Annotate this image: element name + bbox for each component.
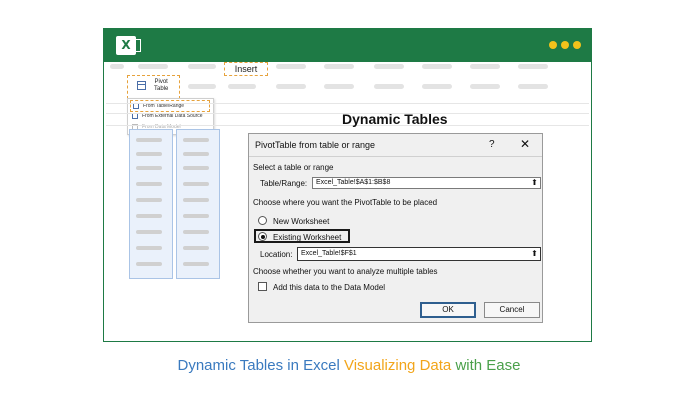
collapse-dialog-icon[interactable]: ⬆	[530, 250, 539, 258]
ribbon-command-placeholder[interactable]	[324, 84, 354, 89]
location-input[interactable]: Excel_Table!$F$1 ⬆	[297, 247, 541, 261]
grid-line	[106, 103, 589, 104]
ribbon-tab-placeholder[interactable]	[422, 64, 452, 69]
cell-placeholder[interactable]	[136, 138, 162, 142]
cell-placeholder[interactable]	[136, 246, 162, 250]
collapse-dialog-icon[interactable]: ⬆	[530, 179, 539, 187]
cell-placeholder[interactable]	[183, 152, 209, 156]
ribbon-command-placeholder[interactable]	[518, 84, 548, 89]
cell-placeholder[interactable]	[136, 152, 162, 156]
cell-placeholder[interactable]	[183, 230, 209, 234]
data-model-label[interactable]: Add this data to the Data Model	[273, 283, 385, 292]
ribbon-tab-placeholder[interactable]	[276, 64, 306, 69]
location-label: Location:	[260, 250, 293, 259]
title-bar: X	[104, 29, 591, 62]
selected-column-b[interactable]	[176, 129, 220, 279]
cell-placeholder[interactable]	[183, 214, 209, 218]
cell-placeholder[interactable]	[136, 214, 162, 218]
window-menu-dots[interactable]	[549, 41, 581, 49]
ribbon-tab-placeholder[interactable]	[374, 64, 404, 69]
ribbon-command-placeholder[interactable]	[188, 84, 216, 89]
dialog-title: PivotTable from table or range	[255, 140, 376, 150]
cell-placeholder[interactable]	[136, 182, 162, 186]
ribbon-command-placeholder[interactable]	[276, 84, 306, 89]
new-worksheet-label[interactable]: New Worksheet	[273, 217, 329, 226]
ribbon-command-placeholder[interactable]	[374, 84, 404, 89]
ok-button[interactable]: OK	[420, 302, 476, 318]
cell-placeholder[interactable]	[183, 138, 209, 142]
pivot-table-dialog: PivotTable from table or range ? ✕ Selec…	[248, 133, 543, 323]
data-model-checkbox[interactable]	[258, 282, 267, 291]
pivot-table-label: Pivot Table	[154, 79, 169, 92]
selected-column-a[interactable]	[129, 129, 173, 279]
ribbon-command-placeholder[interactable]	[422, 84, 452, 89]
table-range-label: Table/Range:	[260, 179, 308, 188]
dot-icon	[549, 41, 557, 49]
ribbon-tab-placeholder[interactable]	[518, 64, 548, 69]
close-icon[interactable]: ✕	[520, 137, 530, 151]
caption-part-2: Visualizing Data	[343, 357, 452, 374]
table-range-input[interactable]: Excel_Table!$A$1:$B$8 ⬆	[312, 177, 541, 189]
page-heading: Dynamic Tables	[342, 111, 448, 127]
ribbon-tab-placeholder[interactable]	[188, 64, 216, 69]
ribbon-tab-placeholder[interactable]	[324, 64, 354, 69]
cell-placeholder[interactable]	[136, 230, 162, 234]
pivot-table-button[interactable]: Pivot Table	[127, 75, 180, 99]
multiple-tables-label: Choose whether you want to analyze multi…	[253, 267, 438, 276]
ribbon-tab-placeholder[interactable]	[110, 64, 124, 69]
page-caption: Dynamic Tables in Excel Visualizing Data…	[0, 357, 698, 374]
existing-worksheet-radio[interactable]	[258, 232, 267, 241]
new-worksheet-radio[interactable]	[258, 216, 267, 225]
pivot-table-icon	[137, 81, 146, 90]
excel-logo-icon: X	[116, 36, 141, 55]
caption-part-3: with Ease	[455, 357, 521, 374]
ribbon-command-placeholder[interactable]	[470, 84, 500, 89]
cancel-button[interactable]: Cancel	[484, 302, 540, 318]
existing-worksheet-label[interactable]: Existing Worksheet	[273, 233, 341, 242]
cell-placeholder[interactable]	[136, 198, 162, 202]
ribbon-tab-placeholder[interactable]	[138, 64, 168, 69]
cell-placeholder[interactable]	[136, 166, 162, 170]
cell-placeholder[interactable]	[183, 262, 209, 266]
dot-icon	[573, 41, 581, 49]
placement-label: Choose where you want the PivotTable to …	[253, 198, 438, 207]
excel-window: X Insert Pivot Table From Table/Range Fr…	[103, 28, 592, 342]
ribbon-command-placeholder[interactable]	[228, 84, 256, 89]
ribbon-tabs	[104, 64, 591, 74]
select-range-label: Select a table or range	[253, 163, 334, 172]
cell-placeholder[interactable]	[136, 262, 162, 266]
cell-placeholder[interactable]	[183, 246, 209, 250]
cell-placeholder[interactable]	[183, 166, 209, 170]
tab-insert[interactable]: Insert	[224, 62, 268, 76]
dot-icon	[561, 41, 569, 49]
dialog-divider	[249, 156, 542, 157]
help-button[interactable]: ?	[489, 139, 495, 150]
ribbon-tab-placeholder[interactable]	[470, 64, 500, 69]
cell-placeholder[interactable]	[183, 198, 209, 202]
caption-part-1: Dynamic Tables in Excel	[177, 357, 340, 374]
cell-placeholder[interactable]	[183, 182, 209, 186]
